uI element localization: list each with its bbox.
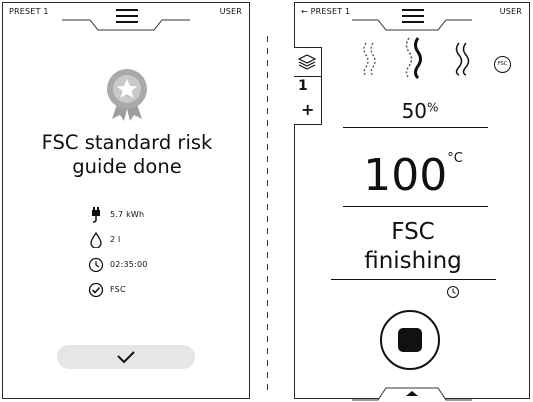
- humidity-readout[interactable]: 50%: [365, 99, 475, 123]
- humidity-value: 50: [401, 99, 428, 123]
- completion-title: FSC standard risk guide done: [3, 131, 251, 179]
- check-circle-icon: [88, 282, 104, 298]
- hamburger-menu-icon[interactable]: [116, 9, 138, 23]
- steam-high-icon[interactable]: [452, 41, 474, 77]
- side-value: 1: [298, 78, 308, 94]
- side-divider: [294, 76, 321, 77]
- fsc-badge-label: FSC: [497, 61, 508, 67]
- steam-low-icon[interactable]: [360, 41, 380, 77]
- temperature-readout[interactable]: 100°C: [335, 151, 491, 201]
- mode-line2: finishing: [364, 248, 462, 274]
- layers-icon[interactable]: [297, 53, 317, 71]
- bottom-tab[interactable]: [294, 382, 530, 402]
- side-plus-button[interactable]: +: [301, 100, 314, 119]
- humidity-unit: %: [427, 100, 439, 115]
- right-screen: ← PRESET 1 USER 1 + FSC 50% 100°C FSC fi…: [294, 2, 531, 402]
- steam-medium-icon[interactable]: [401, 36, 427, 80]
- checkmark-icon: [117, 351, 135, 364]
- stat-program-value: FSC: [110, 285, 126, 294]
- hamburger-menu-icon-right[interactable]: [402, 9, 424, 23]
- temperature-underline: [343, 206, 488, 207]
- stat-water-value: 2 l: [110, 235, 121, 244]
- mode-line1: FSC: [391, 219, 435, 245]
- side-tab[interactable]: 1 +: [294, 47, 322, 125]
- plug-icon: [92, 207, 100, 223]
- temperature-value: 100: [363, 150, 448, 201]
- stat-time-value: 02:35:00: [110, 260, 148, 269]
- humidity-underline: [343, 127, 488, 128]
- stop-button[interactable]: [380, 310, 440, 370]
- timer-clock-icon[interactable]: [446, 285, 460, 299]
- mode-underline: [331, 279, 496, 280]
- fsc-badge[interactable]: FSC: [494, 56, 511, 73]
- temperature-unit: °C: [447, 151, 463, 166]
- confirm-button[interactable]: [57, 345, 195, 369]
- award-badge-icon: [107, 69, 147, 121]
- screen-divider: [267, 36, 268, 396]
- mode-label[interactable]: FSC finishing: [295, 218, 531, 276]
- clock-icon: [88, 257, 104, 273]
- completion-title-line2: guide done: [72, 155, 182, 178]
- stop-icon: [398, 328, 422, 352]
- stat-energy-value: 5.7 kWh: [110, 210, 145, 219]
- left-screen: PRESET 1 USER FSC standard risk guide do…: [2, 2, 250, 399]
- completion-title-line1: FSC standard risk: [41, 131, 213, 154]
- water-drop-icon: [90, 232, 102, 248]
